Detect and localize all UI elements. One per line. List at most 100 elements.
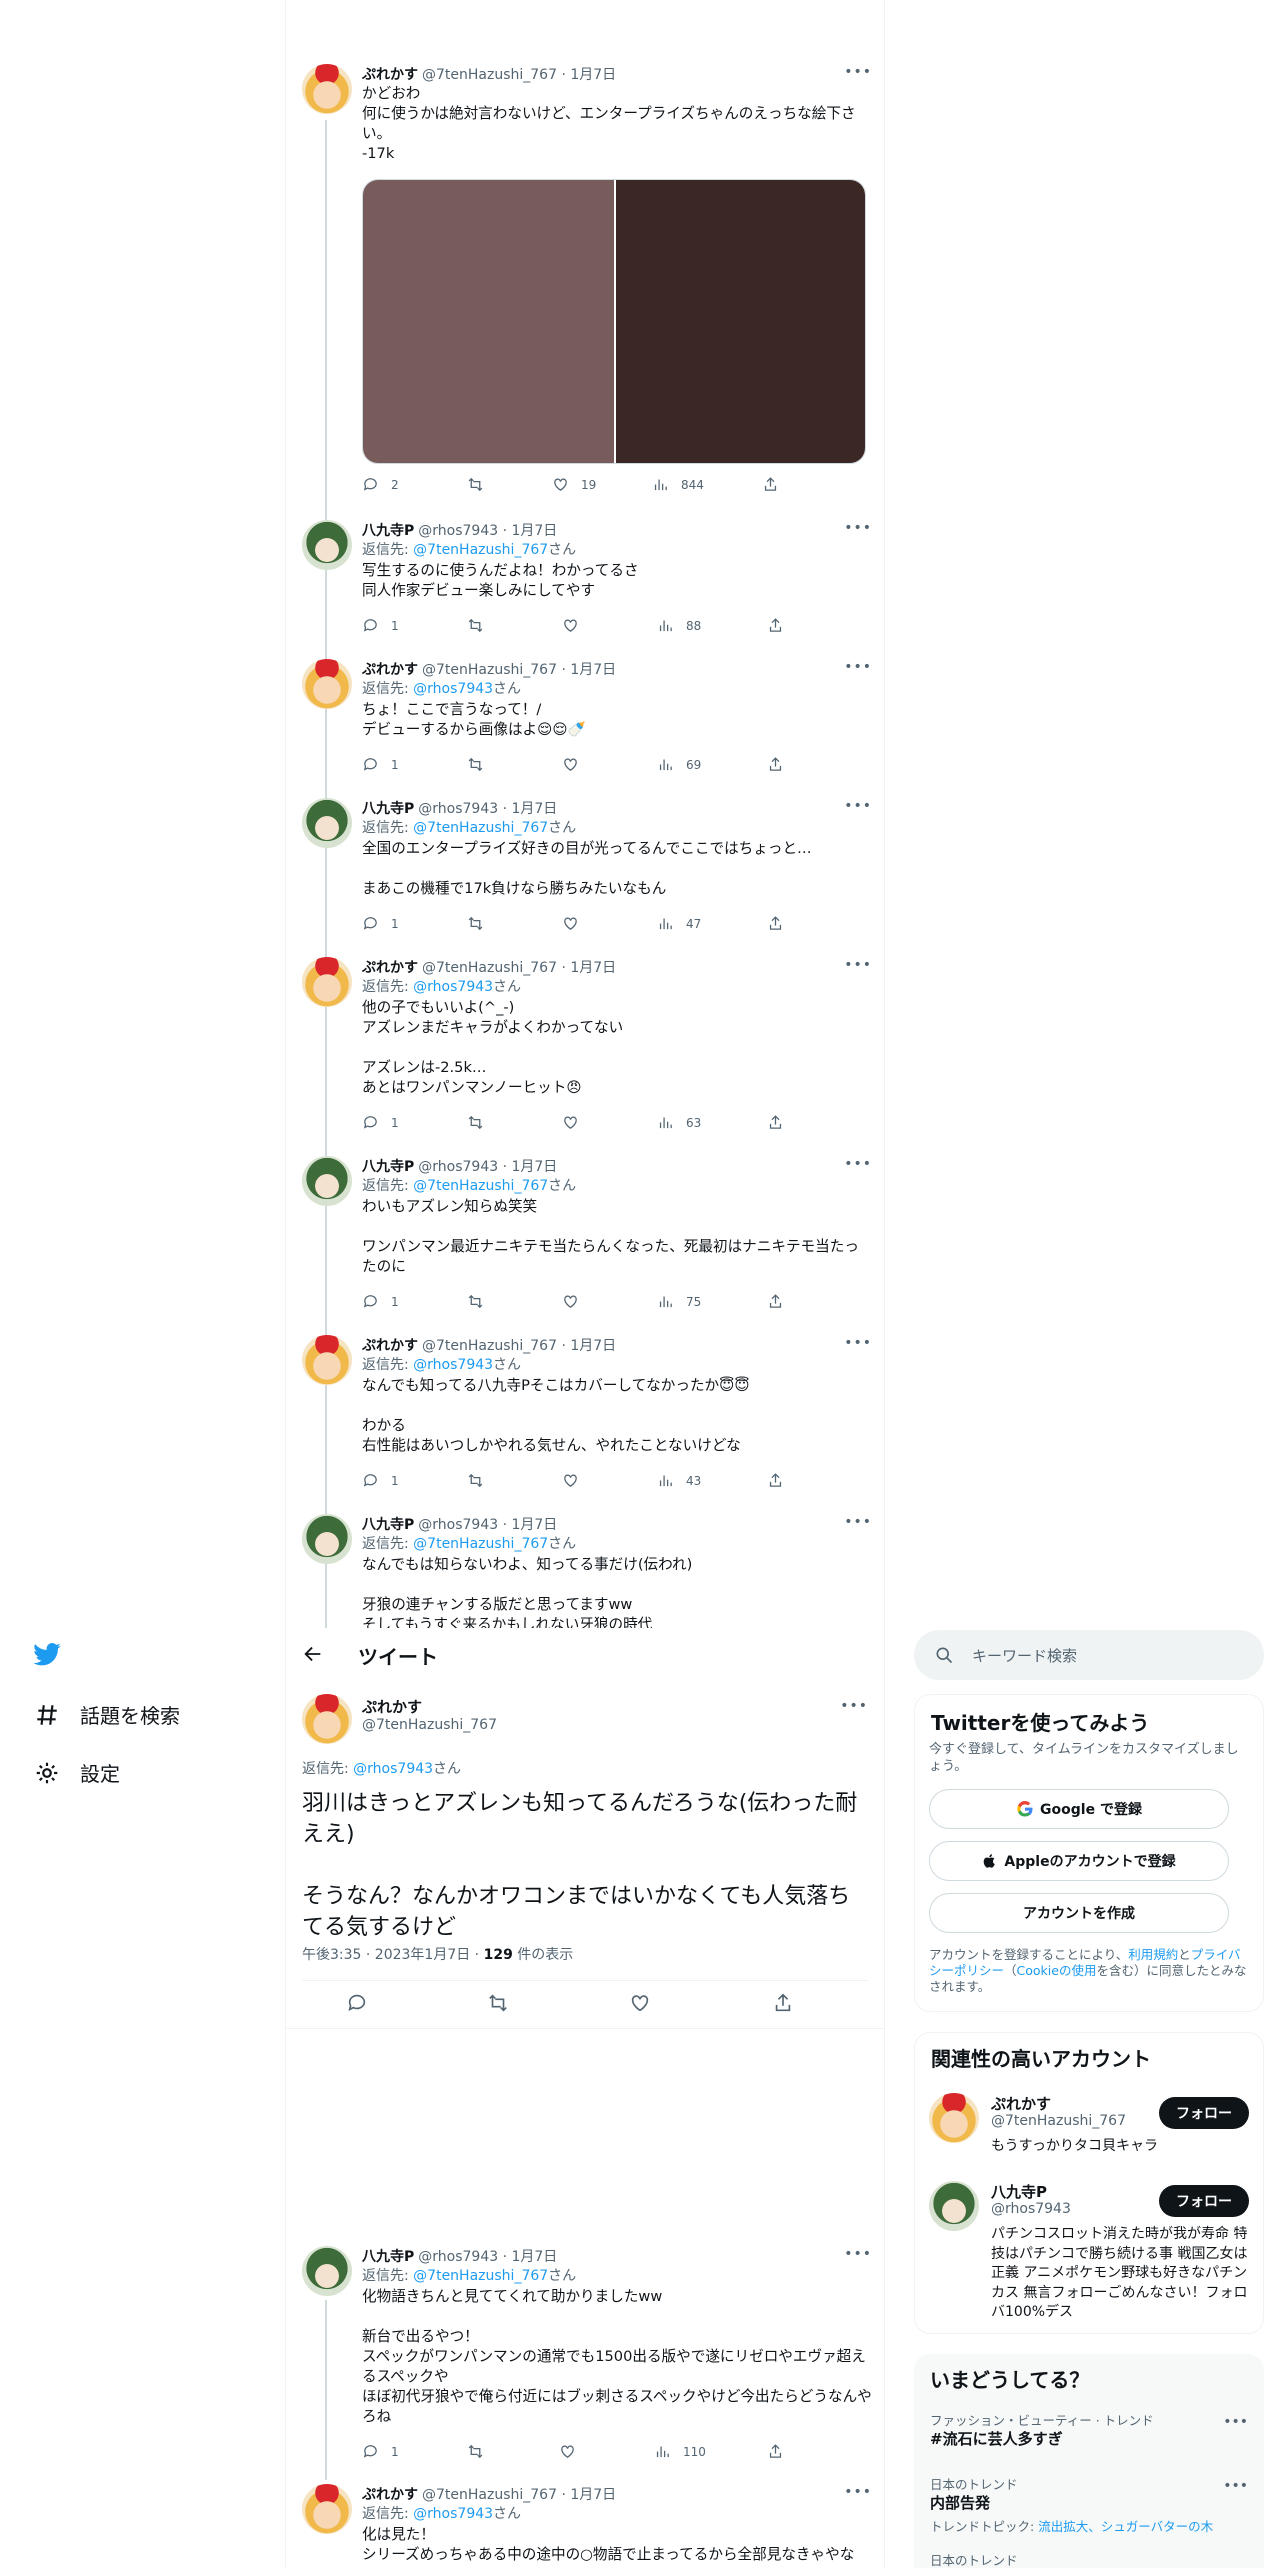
reply-to-link[interactable]: @rhos7943: [413, 681, 493, 697]
tweet-meta[interactable]: @rhos7943 · 1月7日: [418, 798, 557, 818]
tweet-meta[interactable]: @7tenHazushi_767 · 1月7日: [422, 2484, 616, 2504]
avatar[interactable]: [302, 1156, 352, 1206]
tweet-meta[interactable]: @7tenHazushi_767 · 1月7日: [422, 957, 616, 977]
reply-to-link[interactable]: @7tenHazushi_767: [413, 542, 548, 558]
like-button[interactable]: [562, 1114, 591, 1131]
more-icon[interactable]: •••: [844, 2484, 872, 2500]
reply-to-link[interactable]: @7tenHazushi_767: [413, 820, 548, 836]
create-account-button[interactable]: アカウントを作成: [929, 1893, 1229, 1933]
avatar[interactable]: [929, 2181, 979, 2231]
tweet-author-name[interactable]: ぷれかす: [362, 64, 418, 84]
account-name[interactable]: 八九寺P: [991, 2181, 1047, 2202]
tweet-meta[interactable]: @rhos7943 · 1月7日: [418, 1514, 557, 1534]
avatar[interactable]: [302, 1694, 352, 1744]
account-name[interactable]: ぷれかす: [991, 2093, 1051, 2114]
retweet-button[interactable]: [467, 1472, 496, 1489]
nav-explore[interactable]: 話題を検索: [34, 1700, 180, 1729]
retweet-button[interactable]: [467, 476, 496, 493]
reply-to-link[interactable]: @rhos7943: [413, 2506, 493, 2522]
trend-item[interactable]: ファッション・ビューティー · トレンド #流石に芸人多すぎ •••: [914, 2410, 1264, 2466]
tweet-author-name[interactable]: ぷれかす: [362, 659, 418, 679]
thread-tweet[interactable]: 八九寺P @rhos7943 · 1月7日 ••• 返信先: @7tenHazus…: [286, 1514, 884, 1630]
more-icon[interactable]: •••: [840, 1698, 868, 1714]
thread-tweet[interactable]: 八九寺P @rhos7943 · 1月7日 ••• 返信先: @7tenHazus…: [286, 1156, 884, 1316]
reply-tweet[interactable]: ぷれかす @7tenHazushi_767 · 1月7日 ••• 返信先: @rh…: [286, 2484, 884, 2568]
avatar[interactable]: [302, 957, 352, 1007]
tweet-meta[interactable]: @rhos7943 · 1月7日: [418, 520, 557, 540]
tweet-meta[interactable]: @rhos7943 · 1月7日: [418, 1156, 557, 1176]
tweet-author-name[interactable]: ぷれかす: [362, 2484, 418, 2504]
reply-button[interactable]: 1: [362, 617, 399, 634]
main-tweet-handle[interactable]: @7tenHazushi_767: [362, 1717, 497, 1733]
apple-signup-button[interactable]: Appleのアカウントで登録: [929, 1841, 1229, 1881]
retweet-button[interactable]: [467, 915, 496, 932]
reply-to-link[interactable]: @rhos7943: [413, 1357, 493, 1373]
more-icon[interactable]: •••: [844, 659, 872, 675]
views-button[interactable]: 47: [657, 915, 701, 932]
trend-item[interactable]: 日本のトレンド 内部告発 トレンドトピック: 流出拡大、シュガーバターの木 ••…: [914, 2474, 1264, 2536]
media-image-2[interactable]: [616, 180, 865, 463]
views-button[interactable]: 69: [657, 756, 701, 773]
retweet-button[interactable]: [467, 1293, 496, 1310]
tweet-author-name[interactable]: 八九寺P: [362, 1514, 414, 1534]
tweet-author-name[interactable]: 八九寺P: [362, 798, 414, 818]
terms-link[interactable]: 利用規約: [1128, 1947, 1178, 1962]
views-button[interactable]: 844: [652, 476, 704, 493]
tweet-author-name[interactable]: ぷれかす: [362, 957, 418, 977]
like-button[interactable]: [559, 2443, 588, 2460]
share-icon[interactable]: [772, 1992, 794, 2014]
tweet-author-name[interactable]: 八九寺P: [362, 520, 414, 540]
main-tweet-author-name[interactable]: ぷれかす: [362, 1696, 422, 1717]
retweet-button[interactable]: [467, 756, 496, 773]
avatar[interactable]: [929, 2093, 979, 2143]
more-icon[interactable]: •••: [1223, 2414, 1248, 2430]
avatar[interactable]: [302, 520, 352, 570]
tweet-author-name[interactable]: 八九寺P: [362, 2246, 414, 2266]
back-arrow-icon[interactable]: [302, 1643, 324, 1665]
avatar[interactable]: [302, 659, 352, 709]
more-icon[interactable]: •••: [844, 64, 872, 80]
account-card[interactable]: ぷれかす @7tenHazushi_767 フォロー もうすっかりタコ貝キャラ: [915, 2091, 1263, 2167]
tweet-meta[interactable]: @7tenHazushi_767 · 1月7日: [422, 1335, 616, 1355]
share-button[interactable]: [762, 476, 779, 493]
retweet-button[interactable]: [467, 1114, 496, 1131]
google-signup-button[interactable]: Google で登録: [929, 1789, 1229, 1829]
avatar[interactable]: [302, 64, 352, 114]
share-button[interactable]: [767, 915, 784, 932]
share-button[interactable]: [767, 1472, 784, 1489]
reply-to-link[interactable]: @7tenHazushi_767: [413, 1178, 548, 1194]
reply-button[interactable]: 1: [362, 1472, 399, 1489]
thread-tweet[interactable]: 八九寺P @rhos7943 · 1月7日 ••• 返信先: @7tenHazus…: [286, 520, 884, 640]
more-icon[interactable]: •••: [1223, 2478, 1248, 2494]
like-button[interactable]: 19: [552, 476, 596, 493]
reply-to-link[interactable]: @rhos7943: [353, 1761, 433, 1777]
heart-icon[interactable]: [629, 1992, 651, 2014]
reply-button[interactable]: 1: [362, 1293, 399, 1310]
retweet-icon[interactable]: [487, 1992, 509, 2014]
twitter-logo-icon[interactable]: [32, 1640, 62, 1674]
views-button[interactable]: 75: [657, 1293, 701, 1310]
more-icon[interactable]: •••: [844, 2246, 872, 2262]
like-button[interactable]: [562, 1293, 591, 1310]
share-button[interactable]: [767, 1293, 784, 1310]
thread-tweet[interactable]: ぷれかす @7tenHazushi_767 · 1月7日 ••• 返信先: @rh…: [286, 1335, 884, 1495]
thread-tweet[interactable]: ぷれかす @7tenHazushi_767 · 1月7日 ••• かどおわ 何に使…: [286, 64, 884, 504]
account-card[interactable]: 八九寺P @rhos7943 フォロー パチンコスロット消えた時が我が寿命 特技…: [915, 2179, 1263, 2329]
more-icon[interactable]: •••: [844, 798, 872, 814]
reply-button[interactable]: 1: [362, 2443, 399, 2460]
share-button[interactable]: [767, 617, 784, 634]
trend-item[interactable]: 日本のトレンド: [914, 2550, 1264, 2568]
reply-button[interactable]: 1: [362, 915, 399, 932]
reply-to-link[interactable]: @rhos7943: [413, 979, 493, 995]
follow-button[interactable]: フォロー: [1159, 2097, 1249, 2129]
search-input[interactable]: キーワード検索: [914, 1630, 1264, 1680]
like-button[interactable]: [562, 1472, 591, 1489]
avatar[interactable]: [302, 1335, 352, 1385]
views-button[interactable]: 88: [657, 617, 701, 634]
avatar[interactable]: [302, 798, 352, 848]
reply-icon[interactable]: [346, 1992, 368, 2014]
avatar[interactable]: [302, 1514, 352, 1564]
share-button[interactable]: [767, 756, 784, 773]
more-icon[interactable]: •••: [844, 957, 872, 973]
avatar[interactable]: [302, 2484, 352, 2534]
